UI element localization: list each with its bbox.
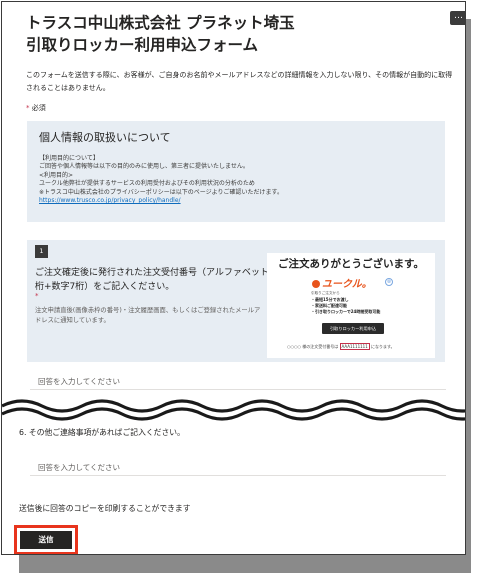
- promo-sub: 引取りご注文から: [311, 291, 340, 295]
- promo-order-number: AAA1111111: [339, 343, 370, 350]
- privacy-policy-link[interactable]: https://www.trusco.co.jp/privacy_policy/…: [39, 197, 181, 204]
- question-1-answer-input[interactable]: 回答を入力してください: [30, 373, 446, 390]
- question-number-badge: 1: [35, 245, 48, 258]
- yukuru-logo: ユークル。: [312, 275, 372, 290]
- form-card: … トラスコ中山株式会社 プラネット埼玉 引取りロッカー利用申込フォーム このフ…: [1, 1, 466, 555]
- submit-button[interactable]: 送信: [20, 531, 72, 549]
- privacy-heading: 個人情報の取扱いについて: [39, 131, 171, 144]
- order-confirmation-image: ご注文ありがとうございます。 ユークル。 ⊗ 引取りご注文から ・最短15分でお…: [267, 253, 435, 358]
- promo-order-prefix: ○○○○ 様の注文受付番号は: [287, 344, 339, 349]
- required-legend: * 必須: [26, 103, 46, 113]
- promo-heading: ご注文ありがとうございます。: [278, 258, 424, 270]
- required-star: *: [26, 104, 30, 112]
- form-description: このフォームを送信する際に、お客様が、ご自身のお名前やメールアドレスなどの詳細情…: [26, 71, 453, 92]
- question-6-answer-input[interactable]: 回答を入力してください: [30, 459, 446, 476]
- required-label: 必須: [31, 104, 46, 112]
- logo-badge-icon: ⊗: [385, 278, 393, 286]
- print-copy-note: 送信後に回答のコピーを印刷することができます: [19, 504, 191, 513]
- yukuru-logo-text: ユークル。: [322, 279, 372, 290]
- form-title-line1: トラスコ中山株式会社 プラネット埼玉: [26, 14, 295, 32]
- promo-locker-button: 引取りロッカー利用申込: [322, 323, 384, 334]
- promo-order-line: ○○○○ 様の注文受付番号は AAA1111111 になります。: [287, 343, 395, 350]
- promo-order-suffix: になります。: [371, 344, 395, 349]
- promo-bullets: ・最短15分でお渡し ・家送料ご配達可能 ・引き取りロッカーで24時間受取可能: [311, 297, 380, 315]
- section-break-wave: [2, 399, 465, 421]
- privacy-line-4: ユークル他弊社が提供するサービスの利用受付およびその利用状況の分析のため: [39, 180, 255, 188]
- privacy-line-5: ※トラスコ中山株式会社のプライバシーポリシーは以下のページよりご確認いただけます…: [39, 188, 283, 196]
- logo-dot-icon: [312, 280, 320, 288]
- question-1-title: ご注文確定後に発行された注文受付番号（アルファベット3桁+数字7桁）をご記入くだ…: [35, 268, 275, 292]
- privacy-line-2: ご回答や個人情報等は以下の目的のみに使用し、第三者に提供いたしません。: [39, 163, 249, 171]
- question-1-note: 注文申請直後(画像赤枠の番号)・注文履歴画面、もしくはご登録されたメールアドレス…: [35, 307, 261, 324]
- question-1: 1 ご注文確定後に発行された注文受付番号（アルファベット3桁+数字7桁）をご記入…: [27, 240, 445, 362]
- question-1-required-star: *: [35, 292, 39, 300]
- submit-highlight-frame: 送信: [14, 525, 78, 554]
- more-options-button[interactable]: …: [450, 11, 465, 25]
- promo-bullet: ・引き取りロッカーで24時間受取可能: [311, 309, 381, 314]
- privacy-section: 個人情報の取扱いについて 【利用目的について】 ご回答や個人情報等は以下の目的の…: [27, 121, 445, 222]
- privacy-line-3: <利用目的>: [39, 171, 74, 179]
- question-6-label: 6. その他ご連絡事項があればご記入ください。: [19, 428, 185, 437]
- form-title-line2: 引取りロッカー利用申込フォーム: [26, 36, 259, 54]
- form-title: トラスコ中山株式会社 プラネット埼玉 引取りロッカー利用申込フォーム: [26, 12, 436, 56]
